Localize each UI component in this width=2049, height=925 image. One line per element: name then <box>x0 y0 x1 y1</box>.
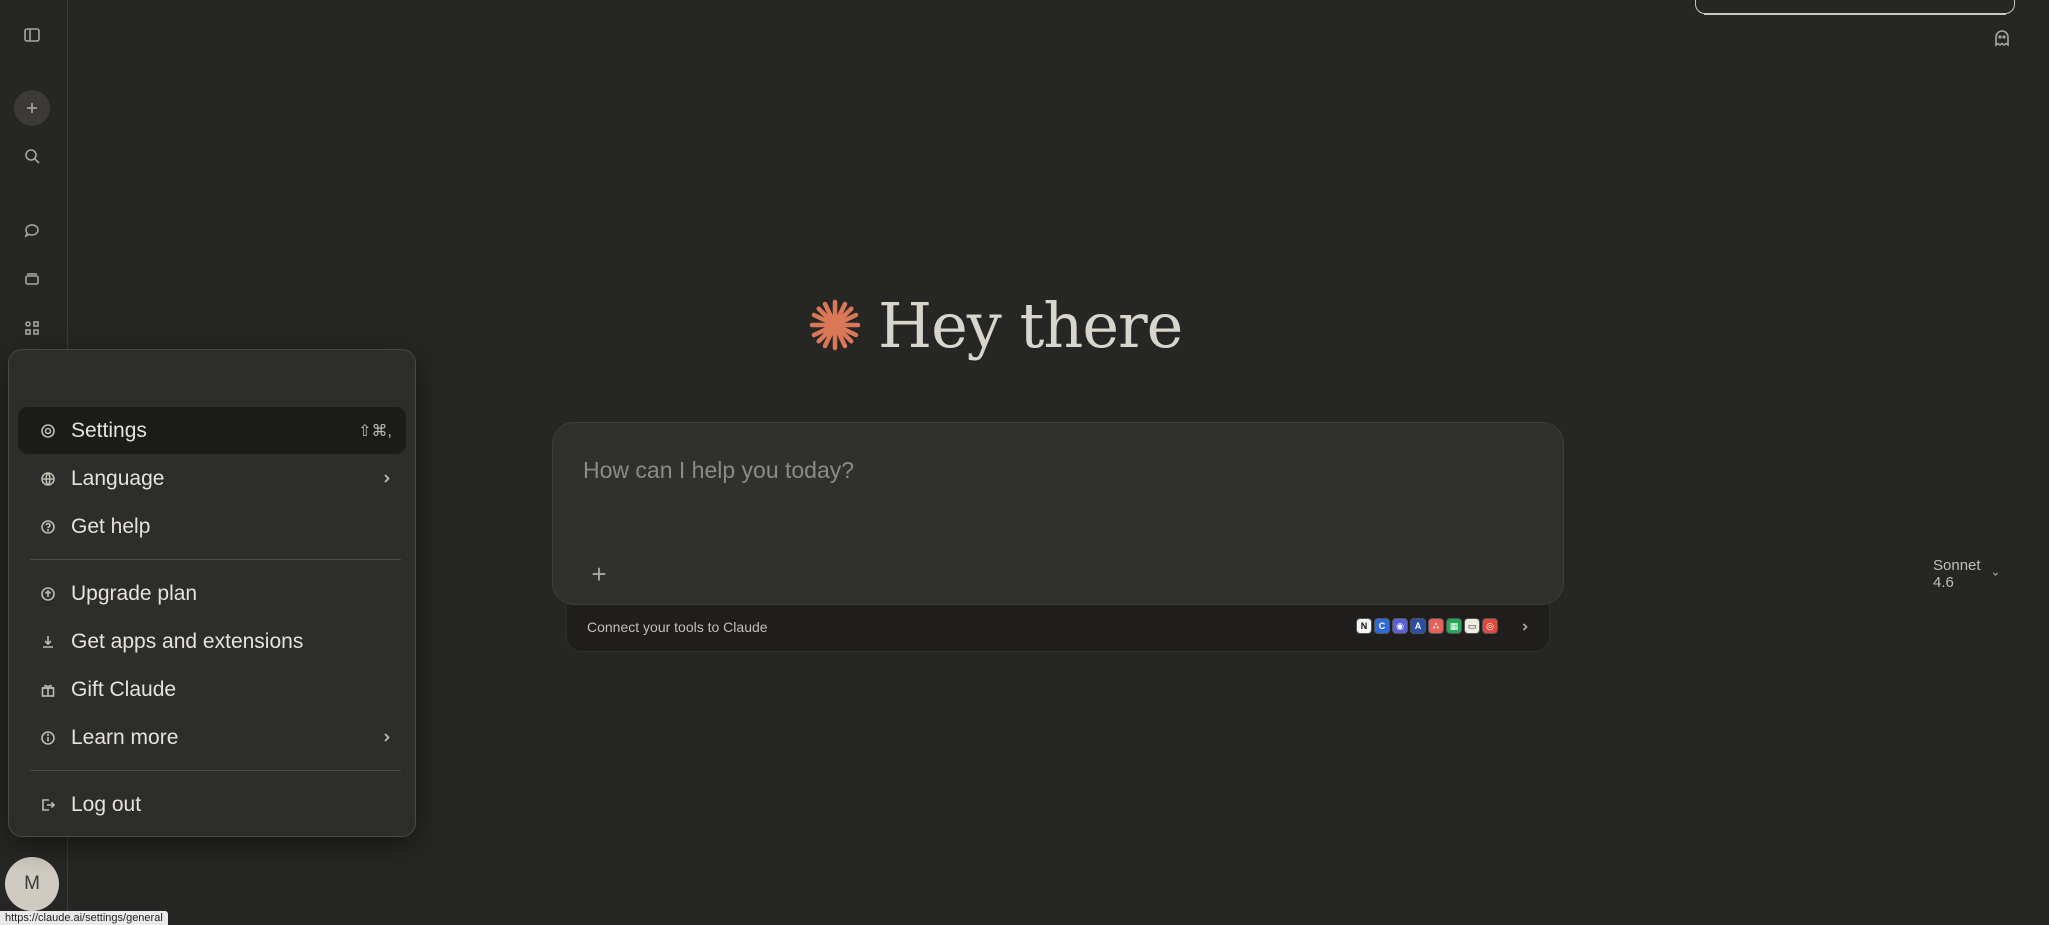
menu-divider <box>30 770 401 771</box>
attach-button[interactable]: + <box>583 558 615 590</box>
gear-icon <box>41 423 55 438</box>
menu-item-settings[interactable]: Settings ⇧⌘, <box>18 407 406 454</box>
menu-item-learn-more[interactable]: Learn more <box>18 714 406 761</box>
logout-icon <box>42 798 56 811</box>
artifacts-button[interactable] <box>14 310 50 346</box>
greeting: Hey there <box>808 285 1183 365</box>
model-name: Sonnet 4.6 <box>1933 557 1981 591</box>
chrome-icon: ◎ <box>1482 618 1498 634</box>
chevron-right-icon <box>384 474 390 483</box>
chevron-right-icon <box>1522 623 1528 631</box>
plus-icon <box>27 103 37 113</box>
menu-item-label: Settings <box>71 418 147 442</box>
composer: + Sonnet 4.6 <box>552 422 1998 605</box>
gift-icon <box>41 684 55 697</box>
globe-icon <box>41 471 55 486</box>
upgrade-icon <box>41 586 55 601</box>
prompt-input[interactable] <box>583 457 1483 484</box>
asana-icon: ∴ <box>1428 618 1444 634</box>
model-selector[interactable]: Sonnet 4.6 <box>1933 557 1999 591</box>
search-icon <box>25 149 40 164</box>
menu-item-label: Get apps and extensions <box>71 629 304 653</box>
chat-bubbles-icon <box>24 224 39 238</box>
connect-tools-chevron <box>1515 617 1535 637</box>
menu-item-label: Log out <box>71 792 142 816</box>
menu-item-label: Upgrade plan <box>71 581 198 605</box>
help-icon <box>41 519 55 534</box>
globe-icon: ◉ <box>1392 618 1408 634</box>
status-bar-url: https://claude.ai/settings/general <box>0 911 168 925</box>
menu-item-label: Language <box>71 466 165 490</box>
menu-item-label: Learn more <box>71 725 179 749</box>
menu-item-log-out[interactable]: Log out <box>18 781 406 828</box>
c-icon: C <box>1374 618 1390 634</box>
plus-icon: + <box>591 558 607 589</box>
search-button[interactable] <box>14 138 50 174</box>
sheets-icon: ▦ <box>1446 618 1462 634</box>
projects-button[interactable] <box>14 261 50 297</box>
tool-icons: N C ◉ A ∴ ▦ ▭ ◎ <box>1356 618 1498 634</box>
menu-item-get-apps[interactable]: Get apps and extensions <box>18 618 406 665</box>
connect-tools-text: Connect your tools to Claude <box>587 619 768 635</box>
chats-button[interactable] <box>14 212 50 248</box>
menu-item-label: Get help <box>71 514 151 538</box>
menu-item-label: Gift Claude <box>71 677 177 701</box>
download-icon <box>43 635 53 648</box>
note-icon: ▭ <box>1464 618 1480 634</box>
menu-divider <box>30 559 401 560</box>
user-avatar-button[interactable]: M <box>5 857 59 911</box>
a-icon: A <box>1410 618 1426 634</box>
notion-icon: N <box>1356 618 1372 634</box>
top-right-panel-edge <box>1695 0 2015 15</box>
menu-item-upgrade-plan[interactable]: Upgrade plan <box>18 570 406 617</box>
menu-item-language[interactable]: Language <box>18 455 406 502</box>
chevron-right-icon <box>384 733 390 742</box>
settings-shortcut: ⇧⌘, <box>358 422 392 440</box>
projects-icon <box>25 273 39 285</box>
account-menu: Settings ⇧⌘, Language Get help Upgrade p… <box>8 349 416 837</box>
menu-item-get-help[interactable]: Get help <box>18 503 406 550</box>
claude-spark-icon <box>809 299 861 351</box>
chevron-down-icon <box>1992 572 1998 576</box>
avatar-initial: M <box>24 873 40 894</box>
incognito-button[interactable] <box>1990 26 2014 50</box>
info-icon <box>41 730 55 745</box>
sidebar-toggle-icon <box>24 28 40 42</box>
toggle-sidebar-button[interactable] <box>14 17 50 53</box>
ghost-icon <box>1995 30 2009 47</box>
menu-item-gift-claude[interactable]: Gift Claude <box>18 666 406 713</box>
new-chat-button[interactable] <box>14 90 50 126</box>
greeting-text: Hey there <box>878 288 1183 362</box>
artifacts-icon <box>25 321 39 335</box>
